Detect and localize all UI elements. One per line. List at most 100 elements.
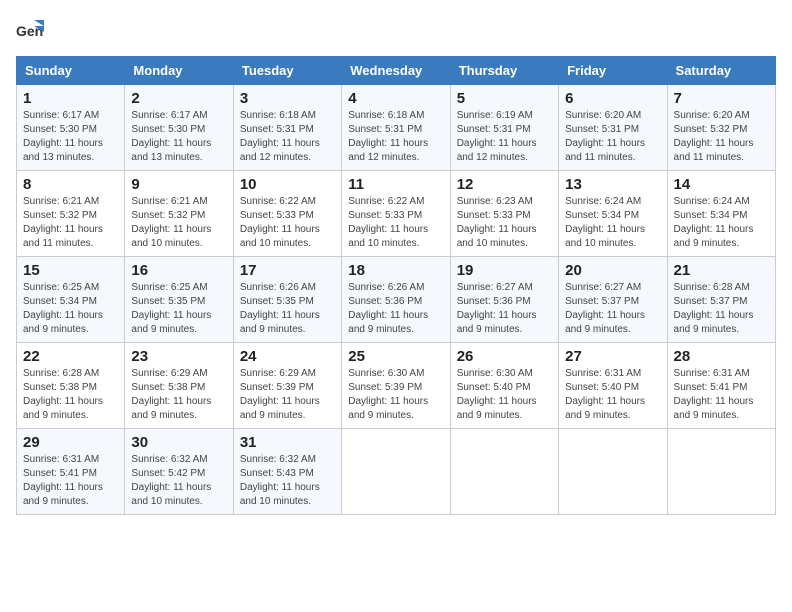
day-cell-28: 28 Sunrise: 6:31 AM Sunset: 5:41 PM Dayl… (667, 343, 775, 429)
day-number: 14 (674, 176, 769, 193)
calendar-table: Sunday Monday Tuesday Wednesday Thursday… (16, 56, 776, 515)
weekday-header-row: Sunday Monday Tuesday Wednesday Thursday… (17, 57, 776, 85)
calendar-week-row: 29 Sunrise: 6:31 AM Sunset: 5:41 PM Dayl… (17, 429, 776, 515)
day-number: 24 (240, 348, 335, 365)
day-info: Sunrise: 6:21 AM Sunset: 5:32 PM Dayligh… (131, 195, 226, 251)
day-number: 16 (131, 262, 226, 279)
day-number: 11 (348, 176, 443, 193)
day-cell-22: 22 Sunrise: 6:28 AM Sunset: 5:38 PM Dayl… (17, 343, 125, 429)
day-cell-16: 16 Sunrise: 6:25 AM Sunset: 5:35 PM Dayl… (125, 257, 233, 343)
day-info: Sunrise: 6:20 AM Sunset: 5:32 PM Dayligh… (674, 109, 769, 165)
calendar-week-row: 22 Sunrise: 6:28 AM Sunset: 5:38 PM Dayl… (17, 343, 776, 429)
day-info: Sunrise: 6:29 AM Sunset: 5:38 PM Dayligh… (131, 367, 226, 423)
day-number: 21 (674, 262, 769, 279)
day-info: Sunrise: 6:21 AM Sunset: 5:32 PM Dayligh… (23, 195, 118, 251)
day-number: 18 (348, 262, 443, 279)
day-info: Sunrise: 6:18 AM Sunset: 5:31 PM Dayligh… (348, 109, 443, 165)
header-sunday: Sunday (17, 57, 125, 85)
day-cell-13: 13 Sunrise: 6:24 AM Sunset: 5:34 PM Dayl… (559, 171, 667, 257)
day-cell-20: 20 Sunrise: 6:27 AM Sunset: 5:37 PM Dayl… (559, 257, 667, 343)
calendar-week-row: 8 Sunrise: 6:21 AM Sunset: 5:32 PM Dayli… (17, 171, 776, 257)
header-saturday: Saturday (667, 57, 775, 85)
day-cell-3: 3 Sunrise: 6:18 AM Sunset: 5:31 PM Dayli… (233, 85, 341, 171)
day-number: 27 (565, 348, 660, 365)
header-monday: Monday (125, 57, 233, 85)
day-number: 23 (131, 348, 226, 365)
day-cell-15: 15 Sunrise: 6:25 AM Sunset: 5:34 PM Dayl… (17, 257, 125, 343)
day-number: 4 (348, 90, 443, 107)
empty-cell (450, 429, 558, 515)
day-info: Sunrise: 6:31 AM Sunset: 5:41 PM Dayligh… (23, 453, 118, 509)
page-header: Gen (16, 16, 776, 44)
day-number: 1 (23, 90, 118, 107)
day-number: 31 (240, 434, 335, 451)
day-info: Sunrise: 6:25 AM Sunset: 5:35 PM Dayligh… (131, 281, 226, 337)
header-friday: Friday (559, 57, 667, 85)
day-cell-30: 30 Sunrise: 6:32 AM Sunset: 5:42 PM Dayl… (125, 429, 233, 515)
day-cell-17: 17 Sunrise: 6:26 AM Sunset: 5:35 PM Dayl… (233, 257, 341, 343)
day-info: Sunrise: 6:24 AM Sunset: 5:34 PM Dayligh… (674, 195, 769, 251)
day-number: 20 (565, 262, 660, 279)
day-info: Sunrise: 6:23 AM Sunset: 5:33 PM Dayligh… (457, 195, 552, 251)
day-info: Sunrise: 6:25 AM Sunset: 5:34 PM Dayligh… (23, 281, 118, 337)
day-cell-7: 7 Sunrise: 6:20 AM Sunset: 5:32 PM Dayli… (667, 85, 775, 171)
day-number: 13 (565, 176, 660, 193)
day-info: Sunrise: 6:26 AM Sunset: 5:35 PM Dayligh… (240, 281, 335, 337)
day-number: 10 (240, 176, 335, 193)
day-cell-23: 23 Sunrise: 6:29 AM Sunset: 5:38 PM Dayl… (125, 343, 233, 429)
day-info: Sunrise: 6:31 AM Sunset: 5:41 PM Dayligh… (674, 367, 769, 423)
day-number: 12 (457, 176, 552, 193)
day-info: Sunrise: 6:32 AM Sunset: 5:42 PM Dayligh… (131, 453, 226, 509)
day-cell-31: 31 Sunrise: 6:32 AM Sunset: 5:43 PM Dayl… (233, 429, 341, 515)
day-info: Sunrise: 6:30 AM Sunset: 5:40 PM Dayligh… (457, 367, 552, 423)
header-thursday: Thursday (450, 57, 558, 85)
day-cell-26: 26 Sunrise: 6:30 AM Sunset: 5:40 PM Dayl… (450, 343, 558, 429)
day-number: 29 (23, 434, 118, 451)
day-info: Sunrise: 6:31 AM Sunset: 5:40 PM Dayligh… (565, 367, 660, 423)
day-info: Sunrise: 6:19 AM Sunset: 5:31 PM Dayligh… (457, 109, 552, 165)
day-cell-6: 6 Sunrise: 6:20 AM Sunset: 5:31 PM Dayli… (559, 85, 667, 171)
day-cell-11: 11 Sunrise: 6:22 AM Sunset: 5:33 PM Dayl… (342, 171, 450, 257)
day-cell-1: 1 Sunrise: 6:17 AM Sunset: 5:30 PM Dayli… (17, 85, 125, 171)
header-wednesday: Wednesday (342, 57, 450, 85)
calendar-week-row: 1 Sunrise: 6:17 AM Sunset: 5:30 PM Dayli… (17, 85, 776, 171)
day-info: Sunrise: 6:27 AM Sunset: 5:37 PM Dayligh… (565, 281, 660, 337)
logo-icon: Gen (16, 16, 44, 44)
day-number: 6 (565, 90, 660, 107)
day-cell-10: 10 Sunrise: 6:22 AM Sunset: 5:33 PM Dayl… (233, 171, 341, 257)
empty-cell (342, 429, 450, 515)
day-number: 19 (457, 262, 552, 279)
empty-cell (559, 429, 667, 515)
day-info: Sunrise: 6:27 AM Sunset: 5:36 PM Dayligh… (457, 281, 552, 337)
day-info: Sunrise: 6:28 AM Sunset: 5:38 PM Dayligh… (23, 367, 118, 423)
day-number: 5 (457, 90, 552, 107)
day-number: 15 (23, 262, 118, 279)
day-number: 17 (240, 262, 335, 279)
day-info: Sunrise: 6:24 AM Sunset: 5:34 PM Dayligh… (565, 195, 660, 251)
day-number: 8 (23, 176, 118, 193)
day-number: 3 (240, 90, 335, 107)
day-number: 25 (348, 348, 443, 365)
day-info: Sunrise: 6:18 AM Sunset: 5:31 PM Dayligh… (240, 109, 335, 165)
day-cell-12: 12 Sunrise: 6:23 AM Sunset: 5:33 PM Dayl… (450, 171, 558, 257)
day-cell-9: 9 Sunrise: 6:21 AM Sunset: 5:32 PM Dayli… (125, 171, 233, 257)
day-info: Sunrise: 6:22 AM Sunset: 5:33 PM Dayligh… (240, 195, 335, 251)
day-info: Sunrise: 6:29 AM Sunset: 5:39 PM Dayligh… (240, 367, 335, 423)
day-info: Sunrise: 6:28 AM Sunset: 5:37 PM Dayligh… (674, 281, 769, 337)
day-cell-19: 19 Sunrise: 6:27 AM Sunset: 5:36 PM Dayl… (450, 257, 558, 343)
day-cell-5: 5 Sunrise: 6:19 AM Sunset: 5:31 PM Dayli… (450, 85, 558, 171)
day-info: Sunrise: 6:20 AM Sunset: 5:31 PM Dayligh… (565, 109, 660, 165)
svg-text:Gen: Gen (16, 23, 43, 39)
day-cell-18: 18 Sunrise: 6:26 AM Sunset: 5:36 PM Dayl… (342, 257, 450, 343)
day-number: 26 (457, 348, 552, 365)
day-info: Sunrise: 6:17 AM Sunset: 5:30 PM Dayligh… (23, 109, 118, 165)
day-cell-4: 4 Sunrise: 6:18 AM Sunset: 5:31 PM Dayli… (342, 85, 450, 171)
day-cell-25: 25 Sunrise: 6:30 AM Sunset: 5:39 PM Dayl… (342, 343, 450, 429)
empty-cell (667, 429, 775, 515)
day-cell-14: 14 Sunrise: 6:24 AM Sunset: 5:34 PM Dayl… (667, 171, 775, 257)
day-number: 28 (674, 348, 769, 365)
day-info: Sunrise: 6:22 AM Sunset: 5:33 PM Dayligh… (348, 195, 443, 251)
calendar-week-row: 15 Sunrise: 6:25 AM Sunset: 5:34 PM Dayl… (17, 257, 776, 343)
day-info: Sunrise: 6:17 AM Sunset: 5:30 PM Dayligh… (131, 109, 226, 165)
day-info: Sunrise: 6:32 AM Sunset: 5:43 PM Dayligh… (240, 453, 335, 509)
